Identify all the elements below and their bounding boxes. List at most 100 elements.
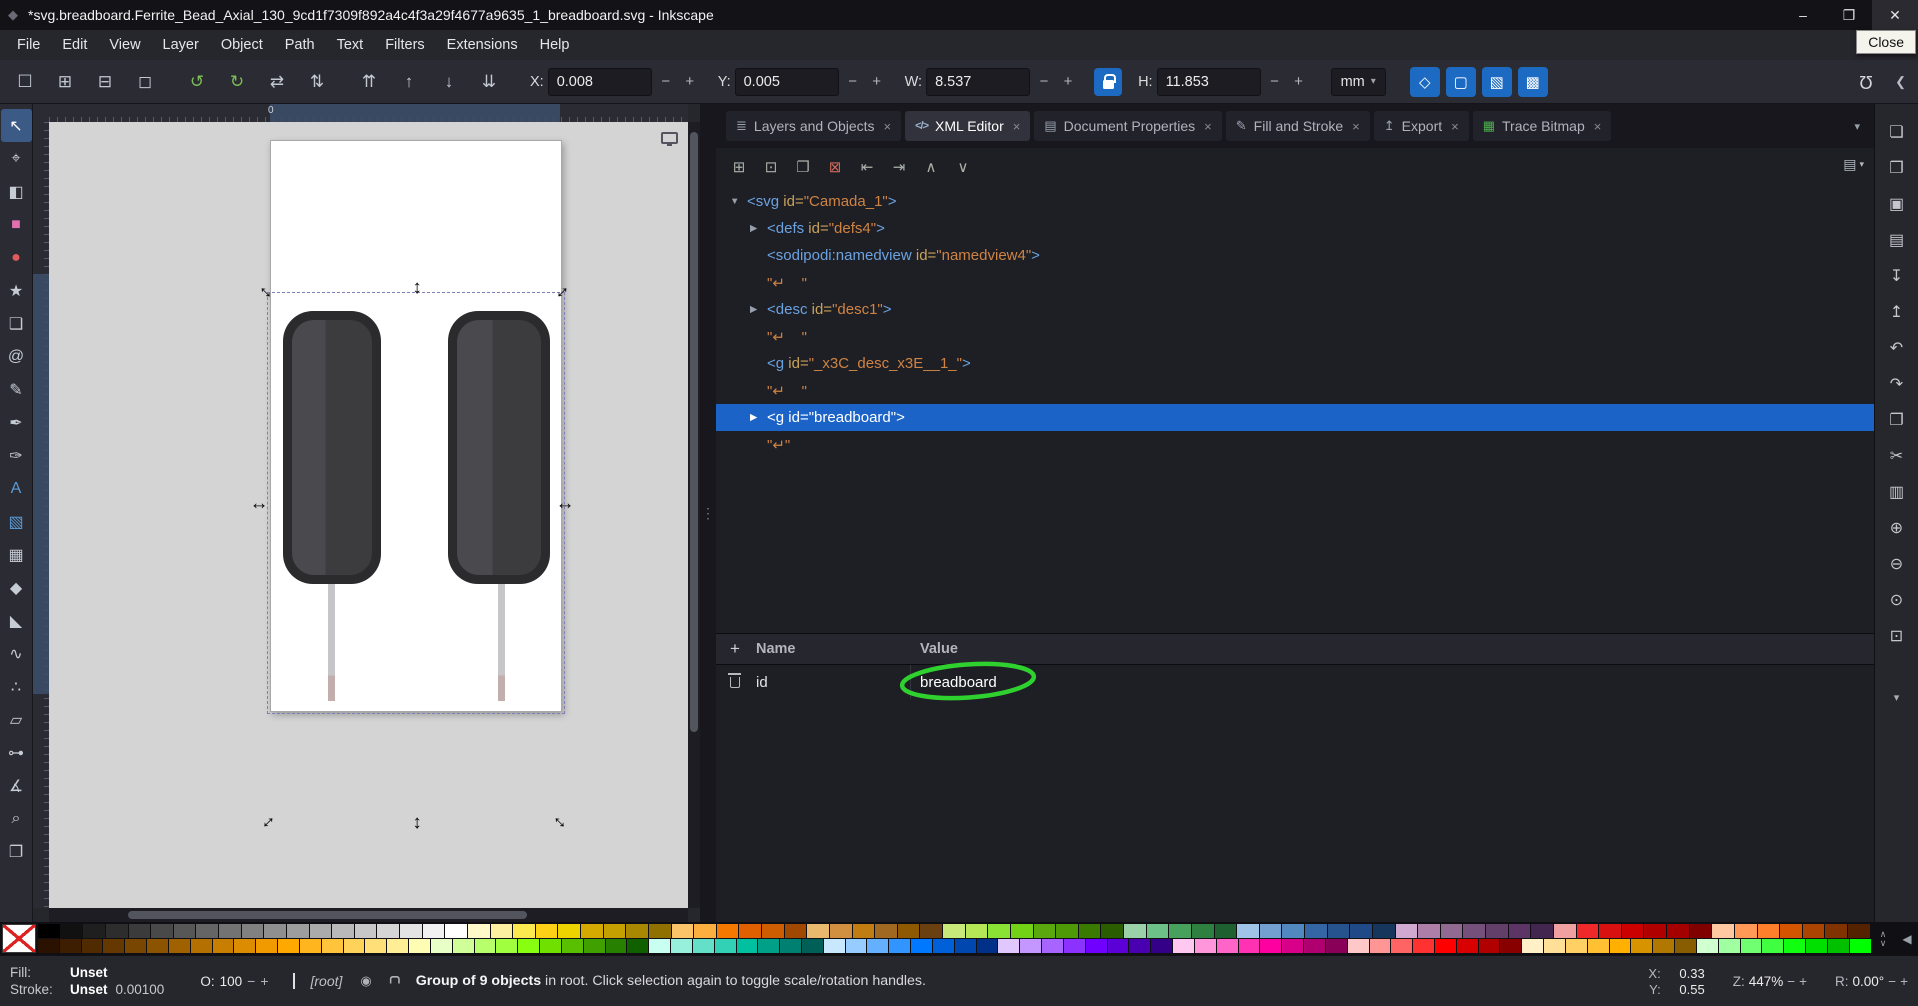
palette-swatch[interactable]: [430, 939, 452, 953]
palette-swatch[interactable]: [173, 924, 196, 938]
zoom-tool[interactable]: ⌕: [1, 802, 32, 835]
unindent-node-icon[interactable]: ⇤: [852, 153, 882, 181]
scale-handle-e[interactable]: ↔: [554, 493, 576, 515]
width-minus-button[interactable]: −: [1034, 68, 1054, 96]
lower-icon[interactable]: ↓: [432, 67, 466, 97]
palette-swatch[interactable]: [1599, 924, 1621, 938]
palette-swatch[interactable]: [1712, 924, 1734, 938]
palette-swatch[interactable]: [1305, 924, 1327, 938]
width-plus-button[interactable]: +: [1058, 68, 1078, 96]
palette-swatch[interactable]: [234, 939, 256, 953]
vertical-scrollbar[interactable]: [688, 122, 700, 908]
opacity-plus-button[interactable]: +: [260, 973, 268, 989]
scale-handle-s[interactable]: ↔: [408, 812, 430, 834]
palette-swatch[interactable]: [558, 924, 580, 938]
palette-swatch[interactable]: [1667, 924, 1689, 938]
palette-swatch[interactable]: [309, 924, 332, 938]
palette-swatch[interactable]: [83, 924, 105, 938]
palette-swatch[interactable]: [1191, 924, 1214, 938]
xml-node-row[interactable]: <g id= "_x3C_desc_x3E__1_" >: [716, 350, 1874, 377]
close-tab-icon[interactable]: ×: [884, 119, 892, 134]
raise-to-top-icon[interactable]: ⇈: [352, 67, 386, 97]
rotate-ccw-icon[interactable]: ↺: [180, 67, 214, 97]
palette-swatch[interactable]: [911, 939, 932, 953]
x-input[interactable]: [547, 67, 652, 96]
pen-tool[interactable]: ✒: [1, 406, 32, 439]
panel-splitter[interactable]: ⋮: [700, 104, 716, 922]
palette-swatch[interactable]: [256, 939, 278, 953]
palette-swatch[interactable]: [762, 924, 784, 938]
palette-swatch[interactable]: [1565, 939, 1587, 953]
lower-to-bottom-icon[interactable]: ⇊: [472, 67, 506, 97]
new-document-icon[interactable]: ❏: [1881, 116, 1913, 147]
display-mode-icon[interactable]: [661, 132, 678, 146]
palette-swatch[interactable]: [1151, 939, 1173, 953]
export-icon[interactable]: ↥: [1881, 296, 1913, 327]
palette-swatch[interactable]: [1440, 924, 1463, 938]
palette-swatch[interactable]: [1395, 924, 1418, 938]
palette-swatch[interactable]: [845, 939, 867, 953]
shape-builder-tool[interactable]: ◧: [1, 175, 32, 208]
layer-indicator[interactable]: [root]: [311, 973, 343, 989]
zoom-control[interactable]: Z: 447% − +: [1733, 974, 1807, 989]
palette-swatch[interactable]: [739, 924, 761, 938]
palette-swatch[interactable]: [920, 924, 942, 938]
import-icon[interactable]: ↧: [1881, 260, 1913, 291]
tab-layers-and-objects[interactable]: ≣ Layers and Objects ×: [726, 111, 902, 141]
rotation-value[interactable]: 0.00°: [1853, 974, 1885, 989]
palette-swatch[interactable]: [1631, 939, 1653, 953]
move-node-down-icon[interactable]: ∨: [948, 153, 978, 181]
palette-swatch[interactable]: [1238, 939, 1260, 953]
palette-swatch[interactable]: [1784, 939, 1806, 953]
palette-swatch[interactable]: [343, 939, 365, 953]
palette-swatch[interactable]: [807, 924, 829, 938]
palette-swatch[interactable]: [1391, 939, 1413, 953]
palette-swatch[interactable]: [168, 939, 190, 953]
maximize-button[interactable]: ❐: [1826, 0, 1872, 30]
zoom-in-icon[interactable]: ⊕: [1881, 512, 1913, 543]
horizontal-ruler[interactable]: 0: [49, 104, 688, 122]
palette-swatch[interactable]: [1762, 939, 1784, 953]
palette-swatch[interactable]: [422, 924, 445, 938]
close-tab-icon[interactable]: ×: [1204, 119, 1212, 134]
attribute-value[interactable]: breadboard: [920, 674, 997, 691]
zoom-fit-icon[interactable]: ⊡: [1881, 620, 1913, 651]
rectangle-tool[interactable]: ■: [1, 208, 32, 241]
move-node-up-icon[interactable]: ∧: [916, 153, 946, 181]
menu-help[interactable]: Help: [529, 30, 581, 60]
rotation-control[interactable]: R: 0.00° − +: [1835, 974, 1908, 989]
scale-handle-sw[interactable]: ↔: [251, 805, 282, 836]
box-3d-tool[interactable]: ❑: [1, 307, 32, 340]
palette-swatch[interactable]: [219, 924, 241, 938]
close-tab-icon[interactable]: ×: [1594, 119, 1602, 134]
palette-swatch[interactable]: [1806, 939, 1827, 953]
tab-overflow-icon[interactable]: ▾: [1854, 120, 1860, 133]
palette-swatch[interactable]: [1124, 924, 1146, 938]
print-document-icon[interactable]: ▤: [1881, 224, 1913, 255]
zoom-actual-icon[interactable]: ⊙: [1881, 584, 1913, 615]
height-input[interactable]: [1156, 67, 1261, 96]
palette-swatch[interactable]: [1802, 924, 1825, 938]
redo-icon[interactable]: ↷: [1881, 368, 1913, 399]
palette-swatch[interactable]: [474, 939, 496, 953]
palette-swatch[interactable]: [196, 924, 218, 938]
palette-swatch[interactable]: [1325, 939, 1347, 953]
flip-vertical-icon[interactable]: ⇅: [300, 67, 334, 97]
palette-swatch[interactable]: [626, 924, 648, 938]
palette-swatch[interactable]: [1282, 939, 1304, 953]
close-tab-icon[interactable]: ×: [1013, 119, 1021, 134]
palette-swatch[interactable]: [299, 939, 321, 953]
palette-swatch[interactable]: [1372, 924, 1395, 938]
palette-swatch[interactable]: [603, 924, 626, 938]
palette-swatch[interactable]: [321, 939, 343, 953]
palette-swatch[interactable]: [286, 924, 309, 938]
height-minus-button[interactable]: −: [1265, 68, 1285, 96]
palette-swatch[interactable]: [965, 924, 988, 938]
palette-swatch[interactable]: [1486, 924, 1508, 938]
palette-swatch[interactable]: [151, 924, 173, 938]
ellipse-tool[interactable]: ●: [1, 241, 32, 274]
palette-swatch[interactable]: [1194, 939, 1216, 953]
palette-swatch[interactable]: [1644, 924, 1666, 938]
palette-swatch[interactable]: [1216, 939, 1238, 953]
palette-swatch[interactable]: [1609, 939, 1631, 953]
